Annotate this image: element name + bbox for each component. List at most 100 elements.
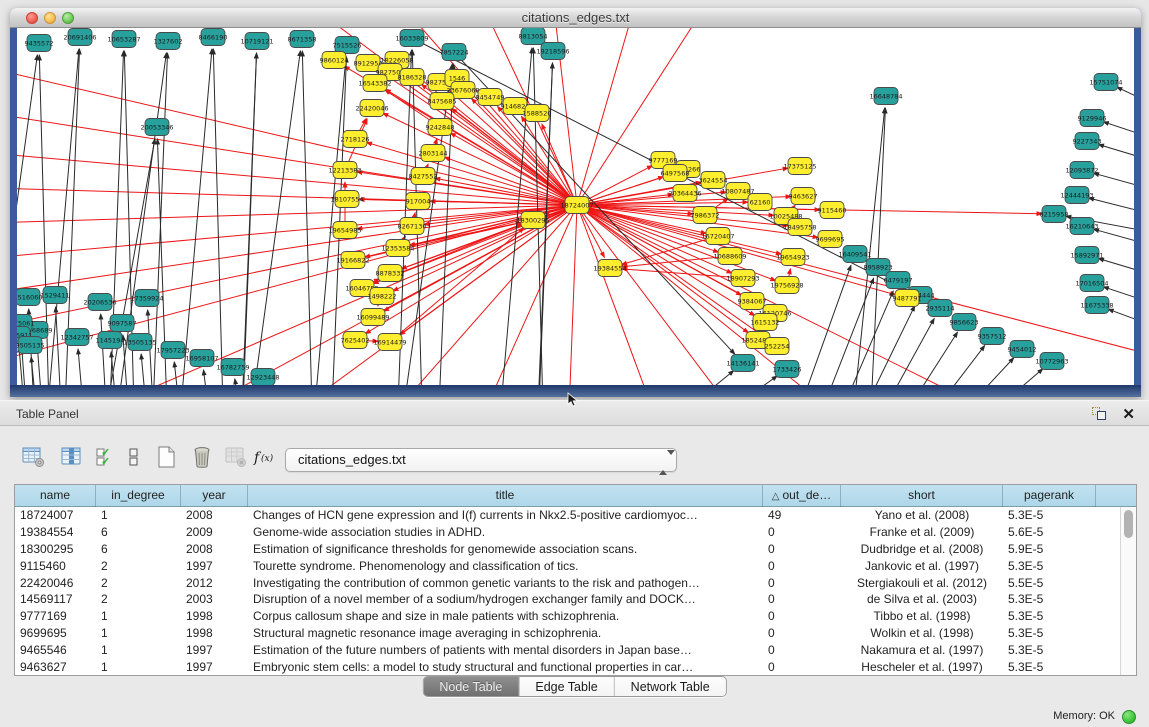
tab-node-table[interactable]: Node Table <box>423 677 519 697</box>
network-node[interactable]: 20364436 <box>668 185 701 202</box>
network-node[interactable]: 16648784 <box>869 88 902 105</box>
network-node[interactable]: 1588520 <box>523 105 552 122</box>
network-node[interactable]: 2803144 <box>419 145 448 162</box>
network-node[interactable]: 8671358 <box>288 31 317 48</box>
network-node[interactable]: 19166822 <box>336 252 369 269</box>
network-node[interactable]: 20691406 <box>63 29 96 46</box>
column-header-out_de[interactable]: △out_de… <box>763 485 841 507</box>
network-node[interactable]: 8186328 <box>398 69 427 86</box>
network-node[interactable]: 9856623 <box>950 314 979 331</box>
table-row[interactable]: 977716911998Corpus callosum shape and si… <box>15 608 1120 625</box>
network-node[interactable]: 9384067 <box>738 293 767 310</box>
network-node[interactable]: 1529411 <box>41 287 70 304</box>
network-node[interactable]: 15751074 <box>1089 74 1122 91</box>
network-node[interactable]: 18107554 <box>330 191 363 208</box>
network-node[interactable]: 1615132 <box>751 314 780 331</box>
table-row[interactable]: 969969511998Structural magnetic resonanc… <box>15 625 1120 642</box>
network-node[interactable]: 16720407 <box>701 228 734 245</box>
network-node[interactable]: 917004 <box>406 193 431 210</box>
network-node[interactable]: 9227343 <box>1073 133 1102 150</box>
network-node[interactable]: 10772963 <box>1035 353 1068 370</box>
select-rows-icon[interactable]: ✓✓ <box>92 443 120 471</box>
network-node[interactable]: 18495758 <box>783 219 816 236</box>
network-node[interactable]: 17375125 <box>783 158 816 175</box>
network-node[interactable]: 9097587 <box>108 315 137 332</box>
table-selector-dropdown[interactable]: citations_edges.txt <box>285 448 677 472</box>
network-node[interactable]: 20206536 <box>83 294 116 311</box>
network-node[interactable]: 19654923 <box>776 249 809 266</box>
network-node[interactable]: 7986372 <box>691 207 720 224</box>
network-node[interactable]: 9129946 <box>1078 110 1107 127</box>
network-node[interactable]: 12353584 <box>381 240 414 257</box>
table-row[interactable]: 1872400712008Changes of HCN gene express… <box>15 507 1120 524</box>
column-header-short[interactable]: short <box>841 485 1003 507</box>
network-node[interactable]: 1733426 <box>773 361 802 378</box>
table-row[interactable]: 1938455462009Genome-wide association stu… <box>15 524 1120 541</box>
network-node[interactable]: 1498222 <box>368 288 397 305</box>
network-node[interactable]: 18724007 <box>560 197 593 214</box>
network-node[interactable]: 19756928 <box>770 277 803 294</box>
table-row[interactable]: 2242004622012Investigating the contribut… <box>15 575 1120 592</box>
network-node[interactable]: 2935114 <box>926 300 955 317</box>
network-node[interactable]: 9463627 <box>789 188 818 205</box>
table-body[interactable]: 1872400712008Changes of HCN gene express… <box>15 507 1120 675</box>
network-node[interactable]: 12923448 <box>246 369 279 386</box>
table-row[interactable]: 946362711997Embryonic stem cells: a mode… <box>15 659 1120 675</box>
tab-edge-table[interactable]: Edge Table <box>519 677 614 697</box>
network-node[interactable]: 19384554 <box>593 260 626 277</box>
network-node[interactable]: 12093872 <box>1065 162 1098 179</box>
table-settings-icon[interactable] <box>20 443 48 471</box>
network-node[interactable]: 14136141 <box>726 355 759 372</box>
network-node[interactable]: 12342757 <box>60 329 93 346</box>
float-panel-icon[interactable] <box>1092 407 1107 421</box>
network-node[interactable]: 16033809 <box>395 30 428 47</box>
network-node[interactable]: 8427552 <box>409 168 438 185</box>
network-node[interactable]: 8813054 <box>519 28 548 45</box>
network-node[interactable]: 16914479 <box>373 334 406 351</box>
network-node[interactable]: 10653287 <box>107 31 140 48</box>
network-node[interactable]: 20053346 <box>140 119 173 136</box>
network-node[interactable]: 2718126 <box>341 131 370 148</box>
network-node[interactable]: 16543382 <box>358 75 391 92</box>
network-node[interactable]: 8878332 <box>376 265 405 282</box>
network-node[interactable]: 19654985 <box>328 222 361 239</box>
column-header-year[interactable]: year <box>181 485 248 507</box>
column-header-in_degree[interactable]: in_degree <box>96 485 181 507</box>
network-node[interactable]: 9242848 <box>426 119 455 136</box>
network-node[interactable]: 15892971 <box>1070 247 1103 264</box>
network-node[interactable]: 7625402 <box>341 332 370 349</box>
scrollbar-thumb[interactable] <box>1124 510 1133 538</box>
column-header-title[interactable]: title <box>248 485 763 507</box>
network-node[interactable]: 1327602 <box>154 33 183 50</box>
new-column-icon[interactable] <box>153 443 181 471</box>
network-node[interactable]: 7857224 <box>440 44 469 61</box>
network-node[interactable]: 8215958 <box>1040 206 1069 223</box>
network-node[interactable]: 12213383 <box>328 162 361 179</box>
table-row[interactable]: 1830029562008Estimation of significance … <box>15 541 1120 558</box>
network-node[interactable]: 12444193 <box>1060 187 1093 204</box>
close-panel-icon[interactable]: ✕ <box>1122 405 1135 423</box>
table-row[interactable]: 911546021997Tourette syndrome. Phenomeno… <box>15 558 1120 575</box>
network-canvas[interactable]: 9435572206914061065328713276028466190107… <box>17 28 1134 385</box>
network-node[interactable]: 17016504 <box>1075 275 1108 292</box>
network-node[interactable]: 10719121 <box>240 33 273 50</box>
table-row[interactable]: 946554611997Estimation of the future num… <box>15 642 1120 659</box>
network-node[interactable]: 7515526 <box>333 37 362 54</box>
network-node[interactable]: 9699695 <box>816 231 845 248</box>
network-node[interactable]: 2516060 <box>17 289 42 306</box>
network-node[interactable]: 6479197 <box>884 272 913 289</box>
window-titlebar[interactable]: citations_edges.txt <box>10 8 1141 28</box>
vertical-scrollbar[interactable] <box>1120 507 1136 675</box>
network-node[interactable]: 8267130 <box>398 218 427 235</box>
network-node[interactable]: 252254 <box>765 338 790 355</box>
network-node[interactable]: 62160 <box>748 194 772 211</box>
network-node[interactable]: 16409541 <box>838 246 871 263</box>
network-node[interactable]: 9357512 <box>978 328 1007 345</box>
network-node[interactable]: 13505135 <box>123 334 156 351</box>
network-node[interactable]: 11675338 <box>1080 297 1113 314</box>
network-node[interactable]: 16099489 <box>356 309 389 326</box>
network-node[interactable]: 9487791 <box>893 290 922 307</box>
row-height-icon[interactable] <box>120 443 148 471</box>
table-row[interactable]: 1456911722003Disruption of a novel membe… <box>15 591 1120 608</box>
delete-column-trash-icon[interactable] <box>188 443 216 471</box>
